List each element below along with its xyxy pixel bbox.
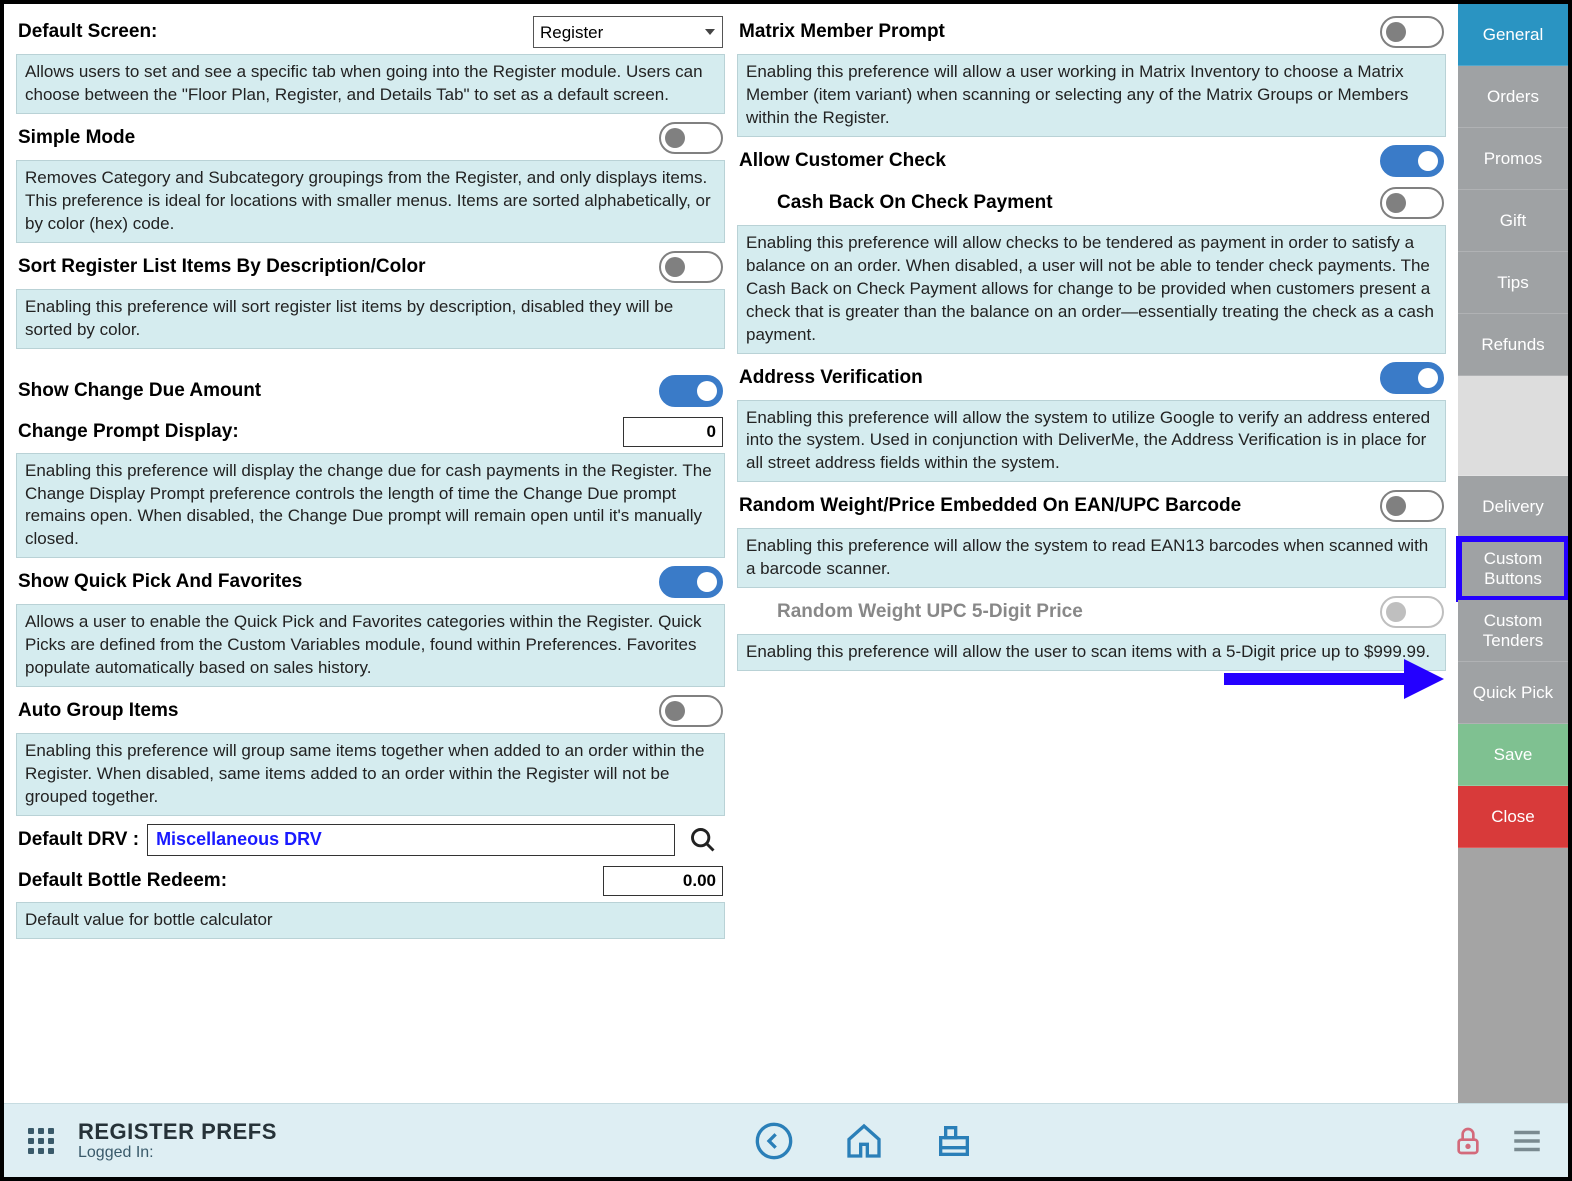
random-upc5-desc: Enabling this preference will allow the … xyxy=(737,634,1446,671)
random-weight-toggle[interactable] xyxy=(1380,490,1444,522)
address-verify-toggle[interactable] xyxy=(1380,362,1444,394)
simple-mode-desc: Removes Category and Subcategory groupin… xyxy=(16,160,725,243)
bottle-redeem-desc: Default value for bottle calculator xyxy=(16,902,725,939)
cash-back-label: Cash Back On Check Payment xyxy=(777,192,1053,214)
sidebar-item-delivery[interactable]: Delivery xyxy=(1458,476,1568,538)
lock-icon[interactable] xyxy=(1452,1125,1484,1157)
sidebar-item-tips[interactable]: Tips xyxy=(1458,252,1568,314)
close-button[interactable]: Close xyxy=(1458,786,1568,848)
register-icon[interactable] xyxy=(934,1121,974,1161)
allow-check-label: Allow Customer Check xyxy=(739,150,946,172)
address-verify-desc: Enabling this preference will allow the … xyxy=(737,400,1446,483)
auto-group-desc: Enabling this preference will group same… xyxy=(16,733,725,816)
footer: REGISTER PREFS Logged In: xyxy=(4,1103,1568,1177)
default-screen-desc: Allows users to set and see a specific t… xyxy=(16,54,725,114)
sidebar-item-gift[interactable]: Gift xyxy=(1458,190,1568,252)
right-column: Matrix Member Prompt Enabling this prefe… xyxy=(737,12,1446,1095)
sidebar-item-refunds[interactable]: Refunds xyxy=(1458,314,1568,376)
random-weight-desc: Enabling this preference will allow the … xyxy=(737,528,1446,588)
home-button[interactable] xyxy=(844,1121,884,1161)
cash-back-toggle[interactable] xyxy=(1380,187,1444,219)
change-prompt-desc: Enabling this preference will display th… xyxy=(16,453,725,559)
allow-check-toggle[interactable] xyxy=(1380,145,1444,177)
back-button[interactable] xyxy=(754,1121,794,1161)
cash-back-desc: Enabling this preference will allow chec… xyxy=(737,225,1446,354)
quick-pick-desc: Allows a user to enable the Quick Pick a… xyxy=(16,604,725,687)
default-screen-select[interactable]: Register xyxy=(533,16,723,48)
default-drv-input[interactable] xyxy=(147,824,675,856)
sidebar-spacer xyxy=(1458,376,1568,476)
auto-group-label: Auto Group Items xyxy=(18,700,178,722)
sort-register-label: Sort Register List Items By Description/… xyxy=(18,256,426,278)
sidebar: General Orders Promos Gift Tips Refunds … xyxy=(1458,4,1568,1103)
sidebar-item-quick-pick[interactable]: Quick Pick xyxy=(1458,662,1568,724)
sidebar-item-orders[interactable]: Orders xyxy=(1458,66,1568,128)
hamburger-icon[interactable] xyxy=(1510,1124,1544,1158)
grip-icon[interactable] xyxy=(28,1128,54,1154)
auto-group-toggle[interactable] xyxy=(659,695,723,727)
sidebar-item-promos[interactable]: Promos xyxy=(1458,128,1568,190)
simple-mode-toggle[interactable] xyxy=(659,122,723,154)
save-button[interactable]: Save xyxy=(1458,724,1568,786)
show-change-label: Show Change Due Amount xyxy=(18,380,261,402)
change-prompt-label: Change Prompt Display: xyxy=(18,421,239,443)
sort-register-toggle[interactable] xyxy=(659,251,723,283)
sidebar-item-general[interactable]: General xyxy=(1458,4,1568,66)
bottle-redeem-label: Default Bottle Redeem: xyxy=(18,870,227,892)
change-prompt-input[interactable] xyxy=(623,417,723,447)
random-upc5-toggle xyxy=(1380,596,1444,628)
random-weight-label: Random Weight/Price Embedded On EAN/UPC … xyxy=(739,495,1241,517)
page-title: REGISTER PREFS xyxy=(78,1120,277,1144)
show-change-toggle[interactable] xyxy=(659,375,723,407)
matrix-prompt-desc: Enabling this preference will allow a us… xyxy=(737,54,1446,137)
quick-pick-label: Show Quick Pick And Favorites xyxy=(18,571,302,593)
matrix-prompt-toggle[interactable] xyxy=(1380,16,1444,48)
sidebar-item-custom-tenders[interactable]: Custom Tenders xyxy=(1458,600,1568,662)
sort-register-desc: Enabling this preference will sort regis… xyxy=(16,289,725,349)
logged-in-label: Logged In: xyxy=(78,1144,277,1162)
address-verify-label: Address Verification xyxy=(739,367,923,389)
default-drv-label: Default DRV : xyxy=(18,829,139,851)
search-icon[interactable] xyxy=(683,826,723,854)
simple-mode-label: Simple Mode xyxy=(18,127,135,149)
sidebar-item-custom-buttons[interactable]: Custom Buttons xyxy=(1458,538,1568,600)
left-column: Default Screen: Register Allows users to… xyxy=(16,12,725,1095)
quick-pick-toggle[interactable] xyxy=(659,566,723,598)
matrix-prompt-label: Matrix Member Prompt xyxy=(739,21,945,43)
bottle-redeem-input[interactable] xyxy=(603,866,723,896)
random-upc5-label: Random Weight UPC 5-Digit Price xyxy=(777,601,1083,623)
default-screen-label: Default Screen: xyxy=(18,21,157,43)
